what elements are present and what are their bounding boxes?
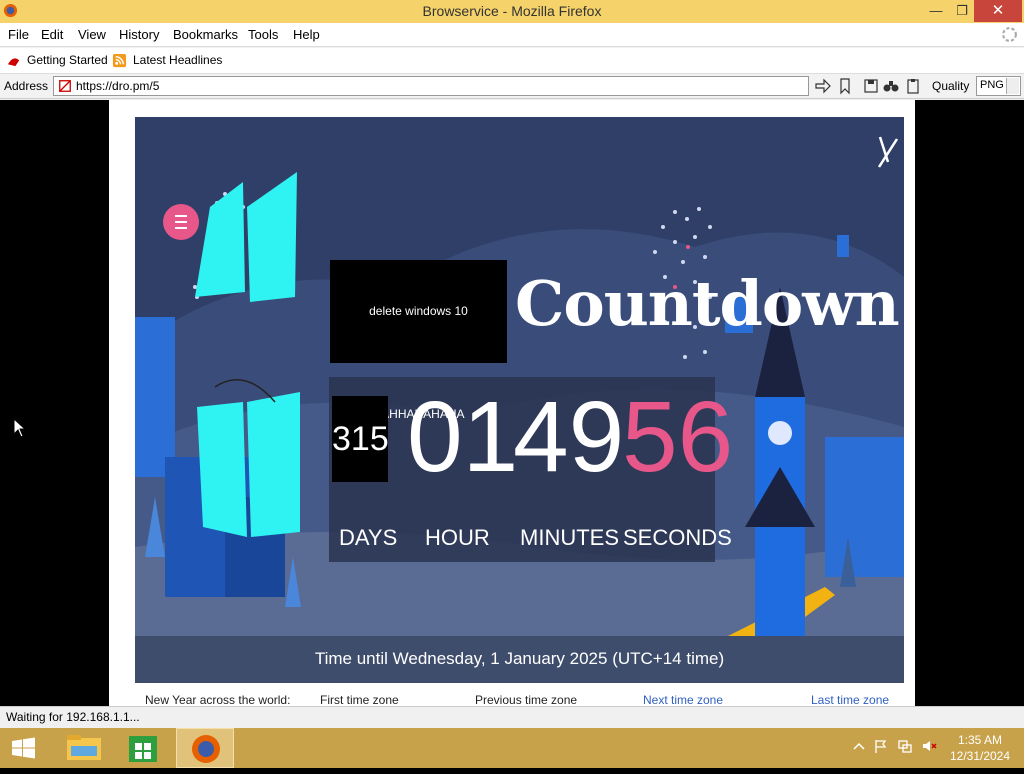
days-value: 315 (332, 396, 389, 482)
insecure-site-icon (59, 80, 71, 92)
seconds-value: 56 (622, 381, 734, 493)
title-bar: Browservice - Mozilla Firefox — ❐ ✕ (0, 0, 1024, 23)
menu-edit[interactable]: Edit (41, 27, 63, 42)
file-explorer-icon[interactable] (55, 728, 113, 768)
address-toolbar: Address https://dro.pm/5 Quality PNG (0, 74, 1024, 99)
start-button[interactable] (0, 728, 48, 768)
restore-button[interactable]: ❐ (950, 0, 974, 22)
browser-viewport: delete windows 10 HAHHAHAHAHA Countdown … (0, 100, 1024, 706)
browser-window: Browservice - Mozilla Firefox — ❐ ✕ File… (0, 0, 1024, 728)
network-icon[interactable] (897, 738, 913, 754)
save-icon[interactable] (862, 77, 880, 95)
firefox-taskbar-button[interactable] (176, 728, 234, 768)
menu-history[interactable]: History (119, 27, 159, 42)
bookmark-getting-started[interactable]: Getting Started (27, 53, 108, 67)
url-text: https://dro.pm/5 (76, 79, 160, 93)
seconds-label: SECONDS (623, 525, 732, 550)
system-clock[interactable]: 1:35 AM 12/31/2024 (944, 732, 1016, 764)
select-arrows-icon[interactable] (1006, 78, 1019, 94)
store-icon[interactable] (113, 728, 171, 768)
status-text: Waiting for 192.168.1.1... (6, 710, 140, 724)
hours-value: 01 (407, 381, 519, 493)
menu-bookmarks[interactable]: Bookmarks (173, 27, 238, 42)
quality-value: PNG (980, 79, 1004, 91)
overlay-text-box: delete windows 10 HAHHAHAHAHA (330, 260, 507, 421)
timezone-nav: New Year across the world: First time zo… (135, 693, 904, 706)
menu-file[interactable]: File (8, 27, 29, 42)
countdown-banner: delete windows 10 HAHHAHAHAHA Countdown … (135, 117, 904, 683)
action-center-flag-icon[interactable] (873, 738, 889, 754)
web-page: delete windows 10 HAHHAHAHAHA Countdown … (109, 100, 915, 706)
throbber-icon (1002, 27, 1017, 42)
taskbar: 1:35 AM 12/31/2024 (0, 728, 1024, 768)
minutes-value: 49 (513, 381, 625, 493)
quality-label: Quality (932, 79, 970, 93)
next-timezone-link[interactable]: Next time zone (643, 693, 723, 706)
bookmarks-toolbar: Getting Started Latest Headlines (0, 48, 1024, 74)
bookmark-icon[interactable] (836, 77, 854, 95)
menu-tools[interactable]: Tools (248, 27, 278, 42)
days-label: DAYS (339, 525, 398, 550)
minimize-button[interactable]: — (922, 0, 950, 22)
menu-bar: File Edit View History Bookmarks Tools H… (0, 23, 1024, 47)
minutes-label: MINUTES (520, 525, 619, 550)
countdown-target-text: Time until Wednesday, 1 January 2025 (UT… (314, 649, 725, 668)
address-label: Address (4, 79, 49, 93)
find-icon[interactable] (882, 77, 900, 95)
quality-select[interactable]: PNG (976, 76, 1021, 96)
bookmark-latest-headlines[interactable]: Latest Headlines (133, 53, 222, 67)
clock-time: 1:35 AM (957, 733, 1003, 747)
show-hidden-icons-icon[interactable] (851, 738, 867, 754)
volume-muted-icon[interactable] (921, 738, 937, 754)
firefox-taskbar-icon (192, 735, 220, 763)
clipboard-icon[interactable] (904, 77, 922, 95)
previous-timezone-link[interactable]: Previous time zone (475, 693, 577, 706)
go-arrow-icon[interactable] (814, 77, 832, 95)
menu-view[interactable]: View (78, 27, 106, 42)
rss-feed-icon (112, 53, 127, 68)
timezone-nav-heading: New Year across the world: (145, 693, 291, 706)
status-bar: Waiting for 192.168.1.1... (0, 706, 1024, 728)
address-field[interactable]: https://dro.pm/5 (53, 76, 809, 96)
mouse-cursor-icon (13, 418, 25, 438)
window-title: Browservice - Mozilla Firefox (422, 3, 602, 19)
first-timezone-link[interactable]: First time zone (320, 693, 399, 706)
close-button[interactable]: ✕ (974, 0, 1022, 22)
hours-label: HOUR (425, 525, 490, 550)
menu-help[interactable]: Help (293, 27, 320, 42)
clock-date: 12/31/2024 (949, 749, 1011, 763)
countdown-footer: Time until Wednesday, 1 January 2025 (UT… (135, 636, 904, 683)
last-timezone-link[interactable]: Last time zone (811, 693, 889, 706)
countdown-title: Countdown (515, 267, 900, 340)
getting-started-icon (7, 58, 20, 67)
